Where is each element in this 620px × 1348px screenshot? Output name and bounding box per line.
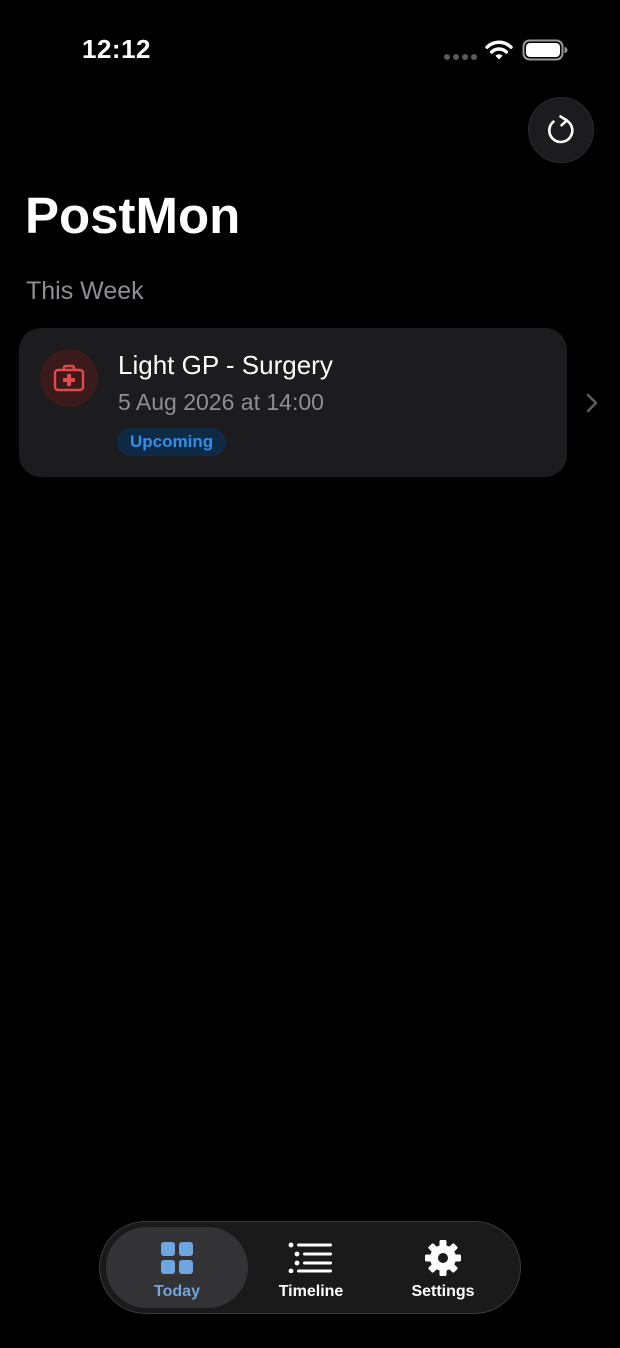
grid-icon	[161, 1242, 193, 1274]
tab-timeline[interactable]: Timeline	[240, 1227, 382, 1308]
appointment-title: Light GP - Surgery	[118, 350, 333, 380]
tab-label: Today	[154, 1283, 200, 1300]
tab-settings[interactable]: Settings	[372, 1227, 514, 1308]
refresh-button[interactable]	[528, 97, 594, 163]
page-title: PostMon	[25, 187, 241, 244]
cellular-signal-icon	[444, 54, 477, 60]
status-bar: 12:12	[0, 0, 620, 100]
battery-icon	[522, 39, 568, 61]
appointment-card[interactable]: Light GP - Surgery 5 Aug 2026 at 14:00 U…	[19, 328, 567, 477]
tab-label: Settings	[411, 1283, 475, 1300]
gear-icon	[425, 1240, 461, 1276]
tab-label: Timeline	[278, 1283, 344, 1300]
section-header: This Week	[26, 277, 144, 305]
tab-bar: Today Timeline Settings	[99, 1221, 521, 1314]
wifi-icon	[485, 40, 513, 60]
appointment-icon-badge	[40, 349, 98, 407]
appointment-datetime: 5 Aug 2026 at 14:00	[118, 389, 324, 415]
status-time: 12:12	[82, 34, 151, 64]
status-badge: Upcoming	[117, 428, 227, 456]
list-icon	[288, 1242, 332, 1273]
tab-today[interactable]: Today	[106, 1227, 248, 1308]
chevron-right-icon[interactable]	[584, 391, 600, 415]
medical-kit-icon	[53, 364, 85, 392]
refresh-icon	[548, 115, 574, 144]
